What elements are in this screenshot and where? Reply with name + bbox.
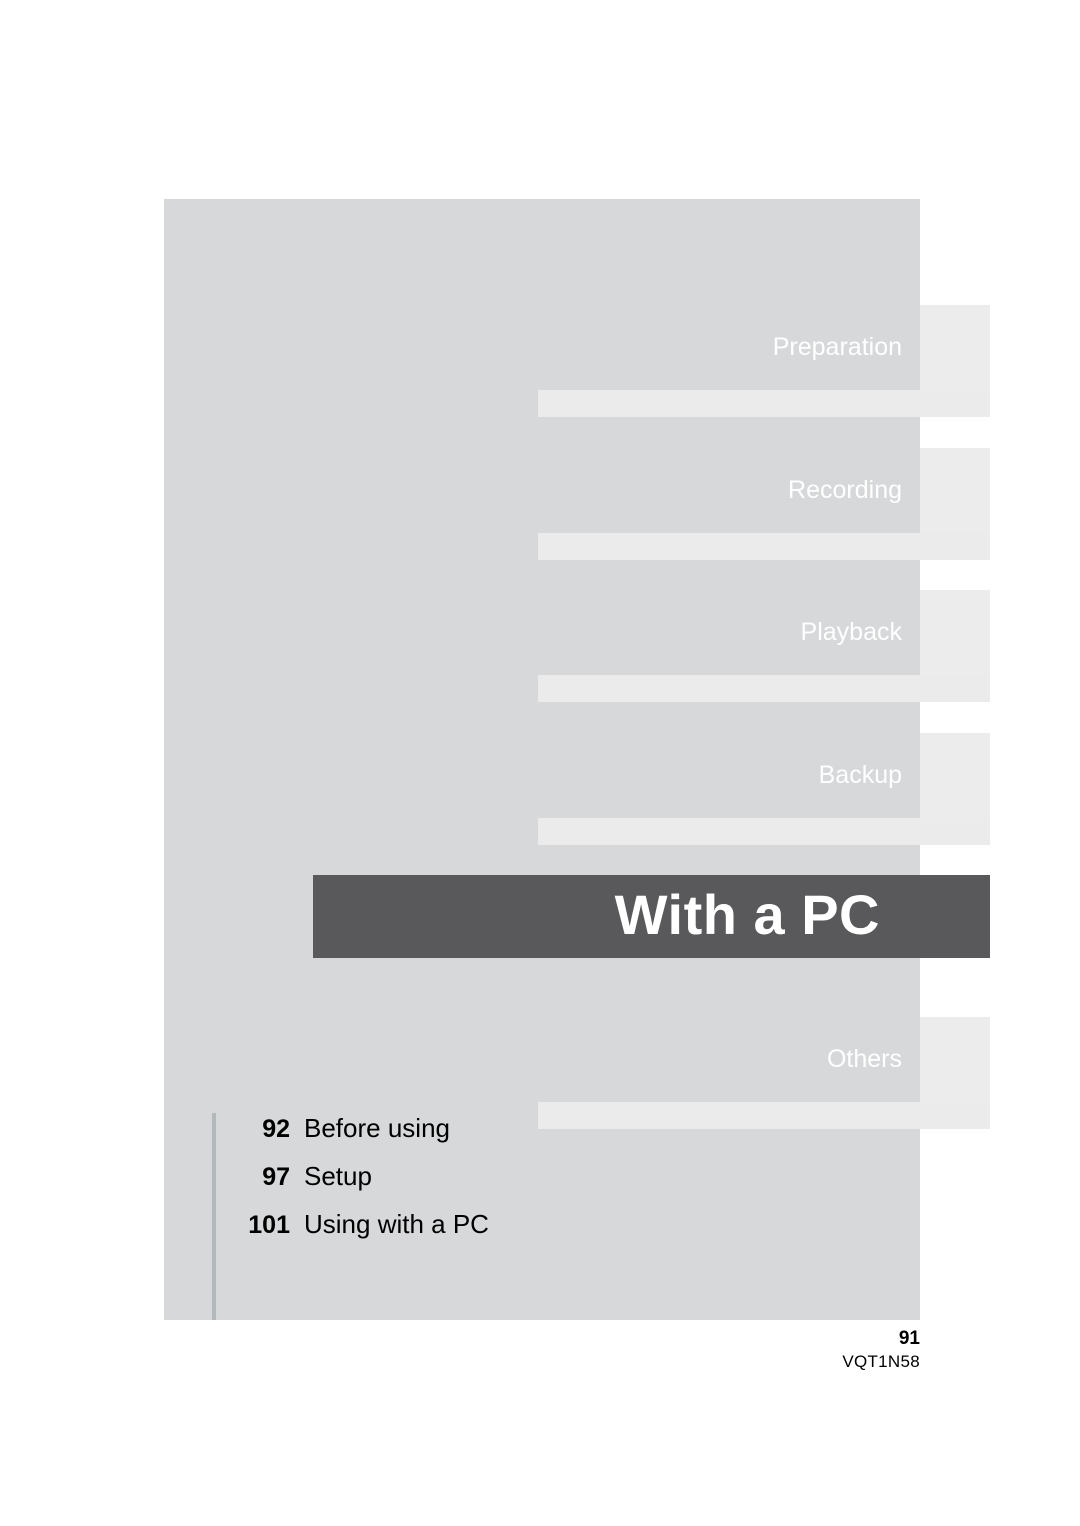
tab-endcap bbox=[920, 305, 990, 390]
tab-underbar bbox=[538, 675, 990, 702]
toc-entry-label: Before using bbox=[304, 1113, 450, 1143]
section-tab-label: Others bbox=[826, 1045, 902, 1073]
page-title: With a PC bbox=[614, 883, 880, 946]
footer-document-code: VQT1N58 bbox=[842, 1352, 920, 1371]
tab-endcap bbox=[920, 733, 990, 818]
toc-entry[interactable]: 97 Setup bbox=[238, 1161, 772, 1209]
tab-endcap bbox=[920, 590, 990, 675]
toc-entry-page: 92 bbox=[262, 1115, 290, 1143]
toc-entry-label: Using with a PC bbox=[304, 1209, 489, 1239]
toc-entry-label: Setup bbox=[304, 1161, 372, 1191]
footer-page-number: 91 bbox=[898, 1328, 920, 1349]
toc-entry-page: 101 bbox=[248, 1211, 290, 1239]
section-tab-label: Preparation bbox=[772, 333, 902, 361]
toc-vertical-rule bbox=[212, 1257, 216, 1320]
toc-entry-page: 97 bbox=[262, 1163, 290, 1191]
table-of-contents: 92 Before using 97 Setup 101 Using with … bbox=[212, 1113, 772, 1257]
tab-endcap bbox=[920, 1017, 990, 1102]
section-tab-with-a-pc-active[interactable]: With a PC bbox=[313, 875, 990, 958]
toc-entry[interactable]: 92 Before using bbox=[238, 1113, 772, 1161]
tab-underbar bbox=[538, 390, 990, 417]
tab-underbar bbox=[538, 818, 990, 845]
toc-entry[interactable]: 101 Using with a PC bbox=[238, 1209, 772, 1257]
section-tab-label: Backup bbox=[818, 761, 902, 789]
page-footer: 91 VQT1N58 bbox=[0, 1327, 920, 1373]
tab-endcap bbox=[920, 448, 990, 533]
tab-underbar bbox=[538, 533, 990, 560]
section-tab-rail: Preparation Recording Playback Backup Ot… bbox=[0, 0, 1080, 1526]
section-tab-label: Recording bbox=[788, 476, 902, 504]
section-tab-label: Playback bbox=[800, 618, 902, 646]
